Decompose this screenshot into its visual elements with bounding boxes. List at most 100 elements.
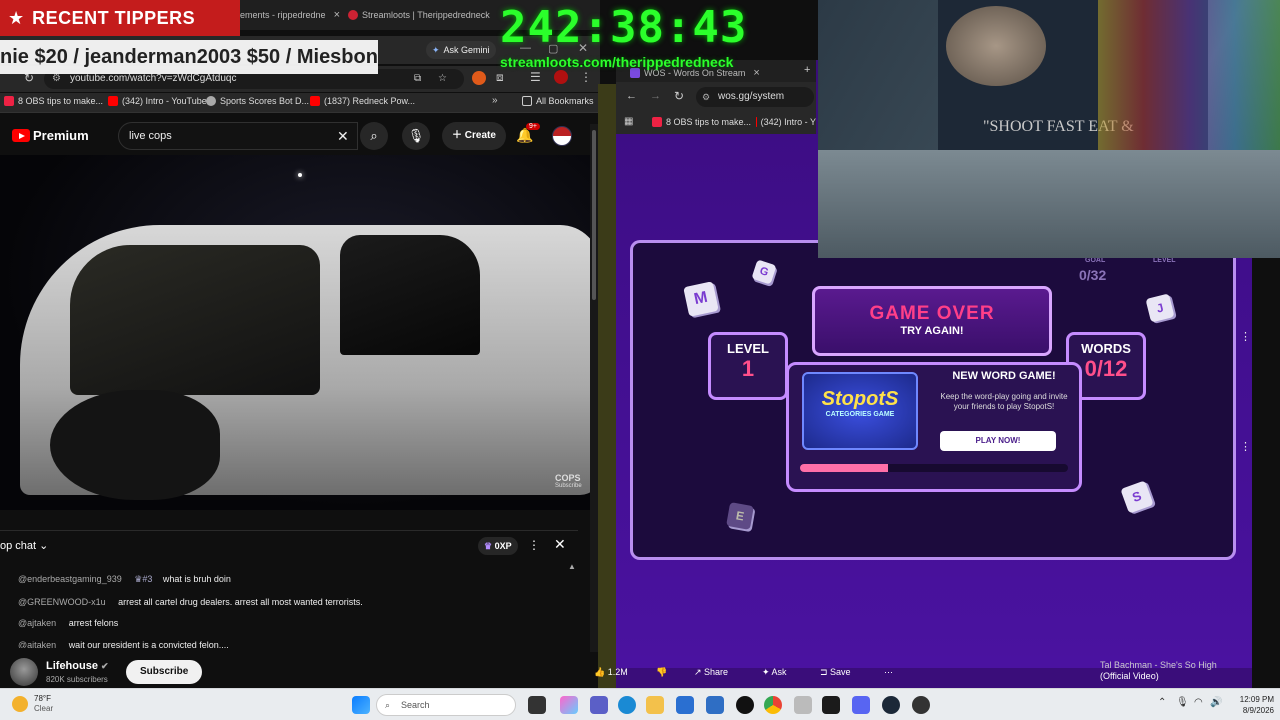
close-tab-icon[interactable]: × <box>334 9 340 21</box>
terminal-icon[interactable] <box>822 696 840 714</box>
clock-date: 8/9/2026 <box>1242 706 1274 715</box>
bookmark-star-icon[interactable]: ☆ <box>438 69 447 89</box>
volume-icon[interactable]: 🔊 <box>1210 697 1222 708</box>
channel-row: Lifehouse ✔ 820K subscribers Subscribe <box>0 652 600 688</box>
save-button[interactable]: ⊐ Save <box>812 660 859 684</box>
search-button[interactable]: ⌕ <box>360 122 388 150</box>
weather-widget[interactable]: 78°F Clear <box>12 694 53 714</box>
up-next-item[interactable]: Tal Bachman - She's So High (Official Vi… <box>1100 660 1250 690</box>
search-input[interactable]: live cops ✕ <box>118 122 358 150</box>
promo-category: CATEGORIES GAME <box>825 411 895 418</box>
app-icon[interactable] <box>794 696 812 714</box>
steam-icon[interactable] <box>882 696 900 714</box>
extensions-puzzle-icon[interactable]: ⧈ <box>496 70 504 85</box>
thumbs-up-icon: 👍 <box>594 667 606 677</box>
bookmark-intro-youtube[interactable]: (342) Intro - YouTube <box>108 96 207 106</box>
video-player[interactable]: COPS Subscribe <box>0 155 590 510</box>
video-actions-row: 👍 1.2M 👎 ↗ Share ✦ Ask ⊐ Save ⋯ <box>586 660 916 686</box>
teams-icon[interactable] <box>590 696 608 714</box>
subscribe-button[interactable]: Subscribe <box>126 660 203 684</box>
copilot-icon[interactable] <box>560 696 578 714</box>
obs-icon[interactable] <box>736 696 754 714</box>
bookmark-redneck-pow[interactable]: (1837) Redneck Pow... <box>310 96 415 106</box>
bookmark-obs-tips[interactable]: 8 OBS tips to make... <box>652 117 751 127</box>
chat-author[interactable]: @enderbeastgaming_939 <box>18 574 122 584</box>
chat-menu-icon[interactable]: ⋮ <box>528 538 540 552</box>
apps-grid-icon[interactable]: ▦ <box>624 116 633 127</box>
url-text: youtube.com/watch?v=zWdCgAtduqc <box>70 73 237 84</box>
create-button[interactable]: ＋ Create <box>442 122 506 150</box>
reload-icon[interactable]: ↻ <box>674 89 684 103</box>
more-actions-button[interactable]: ⋯ <box>876 660 901 684</box>
like-button[interactable]: 👍 1.2M <box>586 660 636 684</box>
bookmark-sports-scores[interactable]: Sports Scores Bot D... <box>206 96 309 106</box>
forward-icon[interactable]: → <box>650 90 661 102</box>
taskbar-search[interactable]: ⌕ Search <box>376 694 516 716</box>
close-chat-icon[interactable]: ✕ <box>554 536 566 553</box>
new-tab-icon[interactable]: + <box>804 64 810 76</box>
edge-icon[interactable] <box>618 696 636 714</box>
ask-gemini-button[interactable]: ✦ Ask Gemini <box>426 41 496 59</box>
subscriber-count: 820K subscribers <box>46 675 108 684</box>
app-icon[interactable] <box>912 696 930 714</box>
side-menu-kebab-icon[interactable]: ⋮ <box>1240 330 1251 343</box>
side-menu-kebab-icon[interactable]: ⋮ <box>1240 440 1251 453</box>
voice-search-button[interactable]: 🎙 <box>402 122 430 150</box>
site-info-icon[interactable]: ⚙ <box>702 87 710 107</box>
account-avatar[interactable] <box>552 126 572 146</box>
bookmark-intro-youtube[interactable]: (342) Intro - Y <box>756 117 816 127</box>
microphone-tray-icon[interactable]: 🎙 <box>1176 697 1189 708</box>
back-icon[interactable]: ← <box>626 90 637 102</box>
media-icon[interactable]: ☰ <box>530 70 541 84</box>
chrome-icon[interactable] <box>764 696 782 714</box>
chat-author[interactable]: @GREENWOOD-x1u <box>18 597 106 607</box>
all-bookmarks-folder[interactable]: All Bookmarks <box>522 96 594 106</box>
url-text: wos.gg/system <box>718 91 785 102</box>
video-watermark[interactable]: COPS Subscribe <box>555 473 582 489</box>
chat-mode-dropdown[interactable]: op chat ⌄ <box>0 539 48 552</box>
system-clock[interactable]: 12:09 PM 8/9/2026 <box>1228 694 1274 716</box>
up-next-title: Tal Bachman - She's So High <box>1100 660 1217 670</box>
crown-icon: ♛ <box>484 541 493 551</box>
store-icon[interactable] <box>676 696 694 714</box>
channel-name-wrap[interactable]: Lifehouse ✔ <box>46 660 109 672</box>
more-bookmarks-chevron-icon[interactable]: » <box>492 95 498 106</box>
start-windows-icon[interactable] <box>352 696 370 714</box>
share-button[interactable]: ↗ Share <box>686 660 736 684</box>
mail-icon[interactable] <box>706 696 724 714</box>
youtube-header: Premium live cops ✕ ⌕ 🎙 ＋ Create 🔔 9+ <box>0 118 600 154</box>
youtube-premium-logo[interactable]: Premium <box>12 128 89 143</box>
chat-text: arrest all cartel drug dealers. arrest a… <box>118 597 363 607</box>
chat-rank-badge: ♛#3 <box>134 574 152 584</box>
tab-streamloots[interactable]: Streamloots | Therippedredneck × <box>348 4 498 26</box>
tray-chevron-up-icon[interactable]: ⌃ <box>1158 697 1166 708</box>
ask-label: Ask <box>771 667 787 677</box>
install-icon[interactable]: ⧉ <box>414 69 421 89</box>
chat-author[interactable]: @ajtaken <box>18 618 56 628</box>
discord-icon[interactable] <box>852 696 870 714</box>
profile-avatar[interactable] <box>554 70 568 84</box>
wos-address-bar[interactable]: ⚙ wos.gg/system <box>696 87 814 107</box>
close-tab-icon[interactable]: × <box>753 67 759 79</box>
task-view-icon[interactable] <box>528 696 546 714</box>
play-now-button[interactable]: PLAY NOW! <box>940 431 1056 451</box>
channel-avatar[interactable] <box>10 658 38 686</box>
xp-badge[interactable]: ♛ 0XP <box>478 537 518 555</box>
extension-icon[interactable] <box>472 71 486 85</box>
chat-author[interactable]: @ajtaken <box>18 640 56 648</box>
hud-level-label: LEVEL <box>1153 257 1176 264</box>
dislike-button[interactable]: 👎 <box>648 660 675 684</box>
page-scrollbar-thumb[interactable] <box>592 130 596 300</box>
clear-search-icon[interactable]: ✕ <box>337 123 349 149</box>
thumbs-down-icon: 👎 <box>656 667 668 677</box>
star-icon: ★ <box>8 7 25 28</box>
chat-scroll-up-icon[interactable]: ▲ <box>568 562 576 571</box>
file-explorer-icon[interactable] <box>646 696 664 714</box>
chat-message: @enderbeastgaming_939 ♛#3 what is bruh d… <box>18 574 231 585</box>
menu-kebab-icon[interactable]: ⋮ <box>580 70 592 84</box>
youtube-play-icon <box>12 129 30 142</box>
bookmark-obs-tips[interactable]: 8 OBS tips to make... <box>4 96 103 106</box>
wifi-icon[interactable]: ◠ <box>1194 697 1203 708</box>
stopots-promo-card[interactable]: StopotS CATEGORIES GAME <box>802 372 918 450</box>
ask-button[interactable]: ✦ Ask <box>754 660 795 684</box>
